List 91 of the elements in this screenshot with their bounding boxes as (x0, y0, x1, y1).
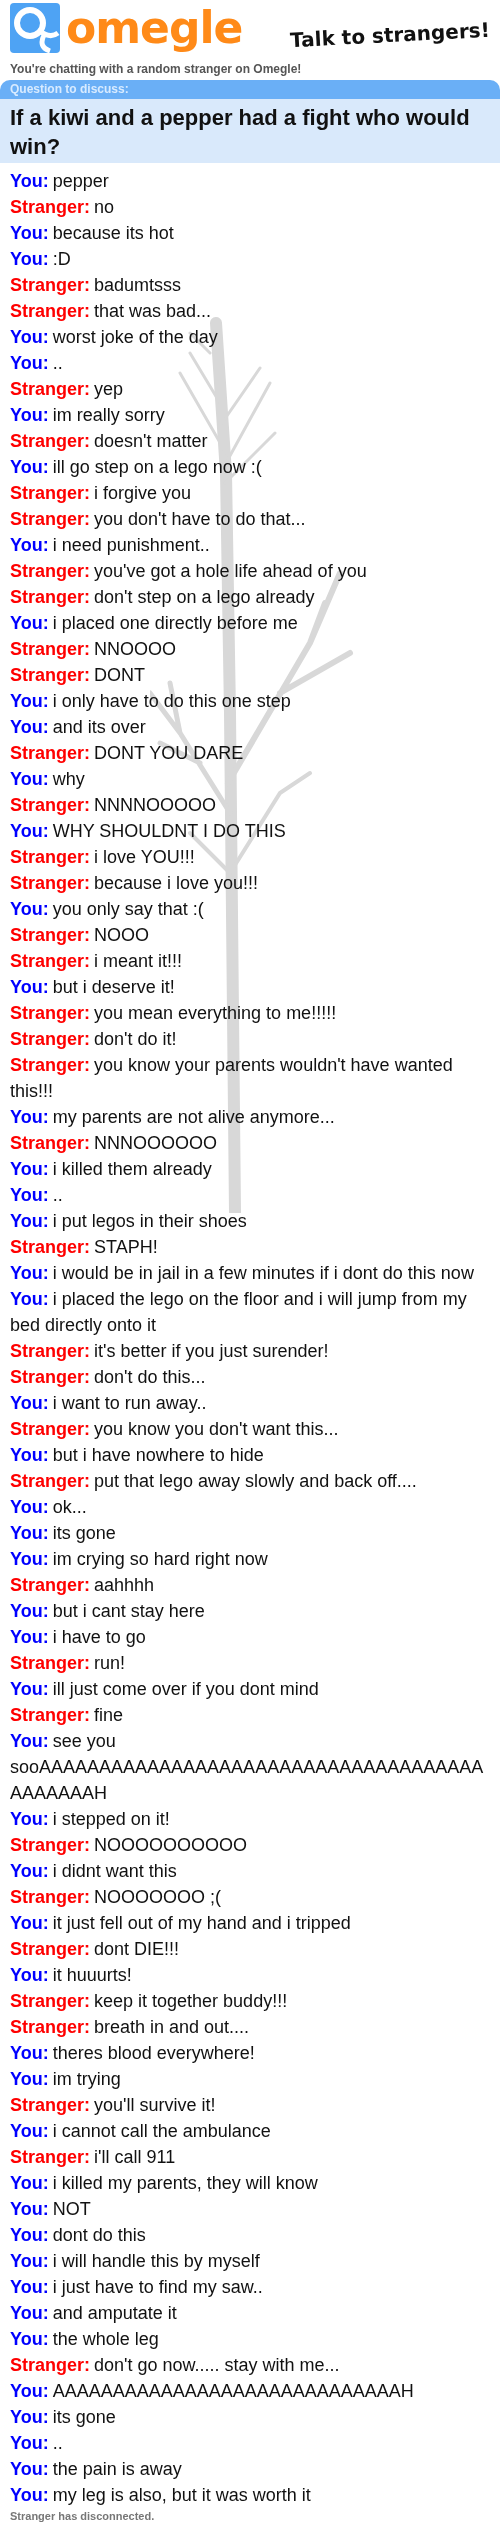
chat-message: You: it huuurts! (10, 1964, 133, 1987)
chat-message: You: i need punishment.. (10, 534, 211, 557)
chat-message: You: but i cant stay here (10, 1600, 206, 1623)
chat-message: Stranger: doesn't matter (10, 430, 209, 453)
chat-message: You: why (10, 768, 86, 791)
chat-message: You: i just have to find my saw.. (10, 2276, 264, 2299)
chat-message: You: AAAAAAAAAAAAAAAAAAAAAAAAAAAAAH (10, 2380, 415, 2403)
chat-message: Stranger: badumtsss (10, 274, 183, 297)
chat-message: You: ill just come over if you dont mind (10, 1678, 320, 1701)
chat-message: You: i killed my parents, they will know (10, 2172, 319, 2195)
chat-message: Stranger: you mean everything to me!!!!! (10, 1002, 338, 1025)
chat-message: You: i didnt want this (10, 1860, 178, 1883)
chat-message: You: worst joke of the day (10, 326, 219, 349)
chat-message: Stranger: NNOOOO (10, 638, 178, 661)
chat-message: You: i cannot call the ambulance (10, 2120, 272, 2143)
chat-message: Stranger: that was bad... (10, 300, 213, 323)
status-text: You're chatting with a random stranger on Omegle! (9, 61, 303, 78)
disconnect-notice: Stranger has disconnected. (10, 2509, 156, 2522)
chat-message: You: ill go step on a lego now :( (10, 456, 263, 479)
chat-message: Stranger: no (10, 196, 116, 219)
chat-message: You: because its hot (10, 222, 175, 245)
chat-message: You: WHY SHOULDNT I DO THIS (10, 820, 287, 843)
chat-message: You: ok... (10, 1496, 88, 1519)
chat-message: You: i put legos in their shoes (10, 1210, 248, 1233)
chat-message: You: i stepped on it! (10, 1808, 171, 1831)
chat-message: Stranger: you'll survive it! (10, 2094, 217, 2117)
chat-message: Stranger: you know your parents wouldn't have wanted this!!! (10, 1054, 454, 1103)
chat-message: You: but i have nowhere to hide (10, 1444, 265, 1467)
chat-message: You: i only have to do this one step (10, 690, 292, 713)
chat-message: Stranger: run! (10, 1652, 127, 1675)
chat-message: You: .. (10, 2432, 64, 2455)
chat-message: Stranger: don't step on a lego already (10, 586, 316, 609)
chat-message: You: the whole leg (10, 2328, 160, 2351)
chat-message: You: .. (10, 1184, 64, 1207)
chat-message: You: i will handle this by myself (10, 2250, 261, 2273)
question-text: If a kiwi and a pepper had a fight who would win? (0, 99, 500, 163)
chat-message: You: i placed one directly before me (10, 612, 299, 635)
chat-message: Stranger: NNNOOOOOO (10, 1132, 219, 1155)
chat-message: You: im crying so hard right now (10, 1548, 269, 1571)
chat-message: Stranger: because i love you!!! (10, 872, 260, 895)
chat-message: Stranger: you've got a hole life ahead of you (10, 560, 368, 583)
chat-message: Stranger: NOOOOOOO ;( (10, 1886, 223, 1909)
tagline: Talk to strangers! (289, 17, 491, 53)
chat-message: Stranger: put that lego away slowly and back off.... (10, 1470, 418, 1493)
chat-message: You: and its over (10, 716, 147, 739)
chat-message: You: my parents are not alive anymore... (10, 1106, 336, 1129)
chat-message: Stranger: STAPH! (10, 1236, 159, 1259)
chat-message: Stranger: NOOO (10, 924, 151, 947)
chat-message: You: :D (10, 248, 72, 271)
chat-message: Stranger: don't do this... (10, 1366, 207, 1389)
chat-message: You: you only say that :( (10, 898, 205, 921)
chat-message: You: its gone (10, 2406, 117, 2429)
chat-message: You: its gone (10, 1522, 117, 1545)
logo-wordmark: omegle (66, 3, 243, 53)
chat-message: You: but i deserve it! (10, 976, 176, 999)
chat-message: You: NOT (10, 2198, 92, 2221)
chat-message: Stranger: breath in and out.... (10, 2016, 251, 2039)
chat-message: Stranger: dont DIE!!! (10, 1938, 181, 1961)
chat-message: You: i would be in jail in a few minutes if i dont do this now (10, 1262, 475, 1285)
chat-message: Stranger: keep it together buddy!!! (10, 1990, 289, 2013)
chat-message: You: .. (10, 352, 64, 375)
chat-message: You: it just fell out of my hand and i tripped (10, 1912, 352, 1935)
chat-message: You: dont do this (10, 2224, 147, 2247)
chat-message: Stranger: don't do it! (10, 1028, 178, 1051)
chat-message: Stranger: DONT (10, 664, 146, 687)
chat-message: Stranger: it's better if you just surender! (10, 1340, 330, 1363)
chat-message: You: im really sorry (10, 404, 166, 427)
chat-message: Stranger: DONT YOU DARE (10, 742, 245, 765)
chat-message: Stranger: don't go now..... stay with me... (10, 2354, 341, 2377)
chat-message: Stranger: aahhhh (10, 1574, 156, 1597)
chat-message: Stranger: NOOOOOOOOOO (10, 1834, 249, 1857)
chat-message: Stranger: you don't have to do that... (10, 508, 307, 531)
chat-message: You: the pain is away (10, 2458, 183, 2481)
chat-message: Stranger: NNNNOOOOO (10, 794, 218, 817)
chat-message: Stranger: i forgive you (10, 482, 193, 505)
chat-message: Stranger: i meant it!!! (10, 950, 184, 973)
chat-message: Stranger: you know you don't want this... (10, 1418, 340, 1441)
chat-message: You: im trying (10, 2068, 122, 2091)
question-label: Question to discuss: (0, 80, 500, 99)
chat-message: You: i killed them already (10, 1158, 213, 1181)
chat-message: You: theres blood everywhere! (10, 2042, 256, 2065)
chat-message: You: my leg is also, but it was worth it (10, 2484, 312, 2507)
logo-icon (10, 3, 60, 53)
chat-message: You: pepper (10, 170, 110, 193)
chat-message: Stranger: i'll call 911 (10, 2146, 177, 2169)
chat-message: You: i want to run away.. (10, 1392, 208, 1415)
chat-message: Stranger: fine (10, 1704, 125, 1727)
chat-message: Stranger: yep (10, 378, 125, 401)
chat-message: You: i have to go (10, 1626, 147, 1649)
chat-message: You: and amputate it (10, 2302, 178, 2325)
chat-message: Stranger: i love YOU!!! (10, 846, 196, 869)
